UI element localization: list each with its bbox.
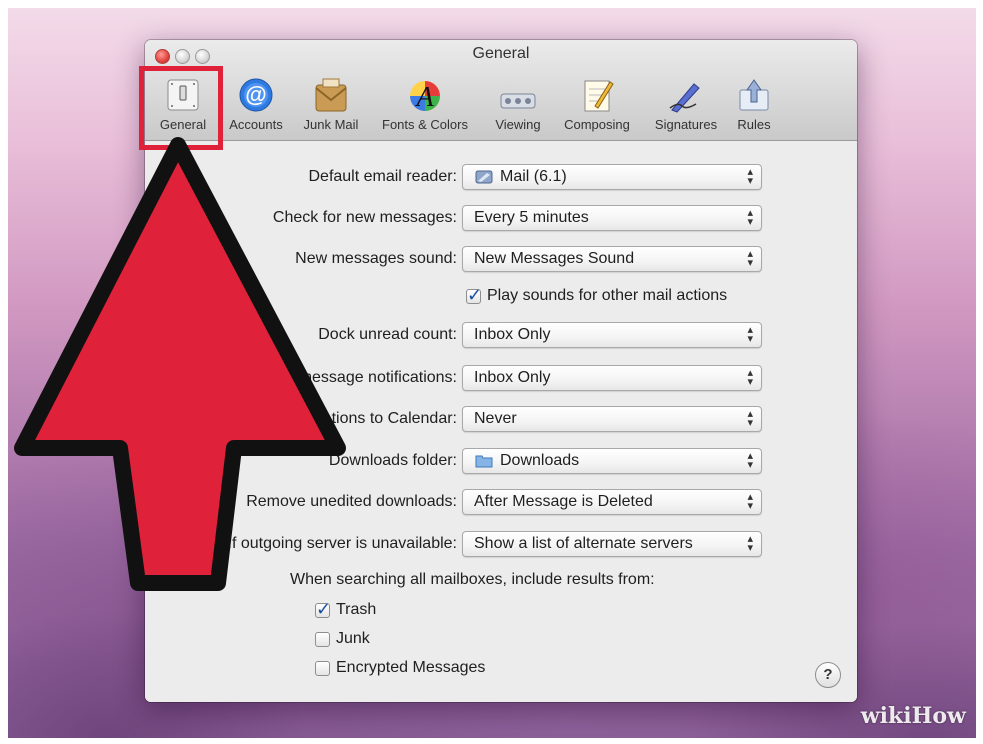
desktop-background: General General @ Accounts Junk Mail A F… xyxy=(8,8,976,738)
wikihow-watermark: wikiHow xyxy=(860,703,966,729)
pointer-arrow-icon xyxy=(14,137,346,591)
